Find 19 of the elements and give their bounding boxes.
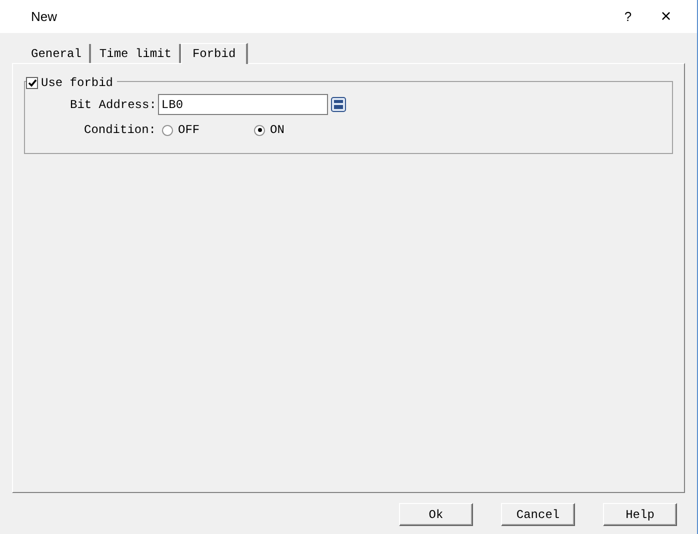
radio-button[interactable] (162, 124, 174, 136)
field-label: Condition: (84, 122, 156, 139)
calculator-icon[interactable] (331, 97, 346, 112)
radio-label: OFF (178, 122, 200, 139)
tab[interactable]: Forbid (181, 43, 248, 64)
window-title: New (31, 8, 58, 26)
dialog-button[interactable]: Ok (399, 503, 473, 526)
radio-label: ON (270, 122, 284, 139)
dialog-button[interactable]: Help (603, 503, 677, 526)
tab[interactable]: General (23, 44, 92, 63)
help-button[interactable]: ? (613, 2, 643, 32)
radio-button[interactable] (254, 124, 266, 136)
dialog-button[interactable]: Cancel (501, 503, 575, 526)
check-icon (28, 79, 36, 87)
bit-address-field[interactable]: LB0 (158, 94, 328, 115)
checkbox-label: Use forbid (41, 75, 114, 92)
field-label: Bit Address: (70, 96, 156, 114)
checkbox[interactable] (26, 77, 38, 89)
close-button[interactable]: × (643, 2, 689, 32)
